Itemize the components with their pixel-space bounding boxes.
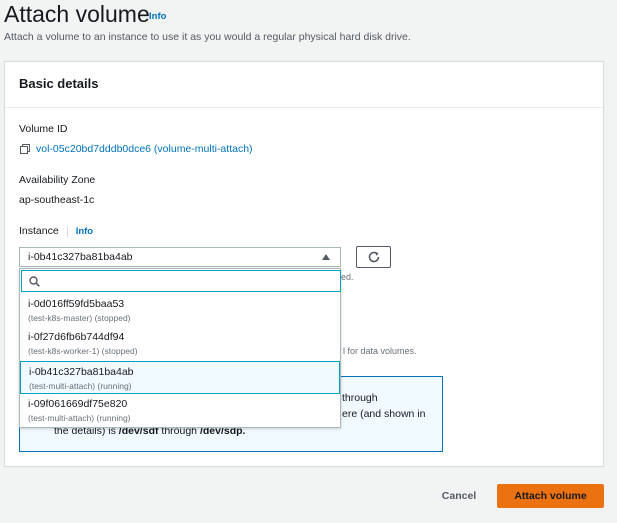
instance-info-link[interactable]: Info	[76, 226, 93, 237]
search-icon	[29, 276, 40, 287]
refresh-button[interactable]	[356, 246, 391, 268]
option-detail: (test-multi-attach) (running)	[29, 381, 132, 391]
volume-id-value[interactable]: vol-05c20bd7dddb0dce6 (volume-multi-atta…	[36, 143, 253, 155]
page-title: Attach volume	[4, 1, 150, 27]
page-description: Attach a volume to an instance to use it…	[4, 31, 411, 43]
option-id: i-0b41c327ba81ba4ab	[29, 366, 134, 378]
refresh-icon	[368, 251, 379, 263]
instance-option[interactable]: i-0d016ff59fd5baa53 (test-k8s-master) (s…	[20, 294, 340, 327]
instance-label-row: Instance Info	[19, 225, 93, 237]
panel-heading: Basic details	[5, 62, 603, 108]
instance-option[interactable]: i-09f061669df75e820 (test-multi-attach) …	[20, 394, 340, 427]
info-line-2: ere (and shown in	[342, 408, 426, 420]
copy-icon[interactable]	[19, 143, 31, 155]
caret-up-icon	[322, 254, 330, 260]
instance-select[interactable]: i-0b41c327ba81ba4ab	[19, 247, 341, 267]
instance-search-input[interactable]	[21, 270, 341, 292]
option-detail: (test-multi-attach) (running)	[28, 413, 131, 423]
option-id: i-0d016ff59fd5baa53	[28, 298, 125, 310]
instance-label: Instance	[19, 225, 59, 237]
cancel-button[interactable]: Cancel	[430, 485, 488, 507]
option-id: i-0f27d6fb6b744df94	[28, 331, 125, 343]
option-detail: (test-k8s-worker-1) (stopped)	[28, 346, 138, 356]
option-detail: (test-k8s-master) (stopped)	[28, 313, 131, 323]
label-separator	[66, 225, 68, 237]
volume-id-link[interactable]: vol-05c20bd7dddb0dce6 (volume-multi-atta…	[19, 143, 253, 155]
helper-text-fragment: ed.	[341, 272, 354, 282]
volume-id-label: Volume ID	[19, 123, 68, 135]
availability-zone-value: ap-southeast-1c	[19, 194, 95, 206]
option-id: i-09f061669df75e820	[28, 398, 128, 410]
availability-zone-label: Availability Zone	[19, 174, 96, 186]
instance-dropdown: i-0d016ff59fd5baa53 (test-k8s-master) (s…	[19, 268, 341, 428]
title-info-link[interactable]: Info	[149, 11, 166, 22]
instance-option[interactable]: i-0f27d6fb6b744df94 (test-k8s-worker-1) …	[20, 327, 340, 360]
info-line-1: through	[342, 392, 378, 404]
instance-select-value: i-0b41c327ba81ba4ab	[28, 251, 133, 263]
helper-text-fragment: l for data volumes.	[343, 346, 417, 356]
attach-volume-button[interactable]: Attach volume	[497, 484, 604, 508]
instance-option-selected[interactable]: i-0b41c327ba81ba4ab (test-multi-attach) …	[20, 361, 340, 394]
